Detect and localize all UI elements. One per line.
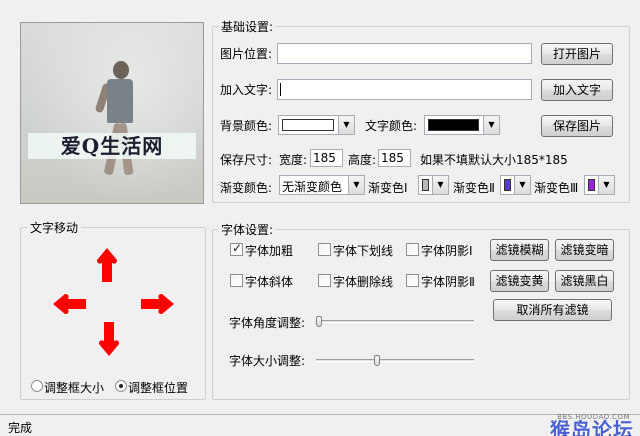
height-label: 高度:	[348, 153, 377, 167]
font-settings-title: 字体设置:	[218, 221, 277, 238]
save-image-button[interactable]: 保存图片	[541, 115, 613, 137]
size-hint: 如果不填默认大小185*185	[420, 153, 568, 167]
blur-filter-button[interactable]: 滤镜模糊	[490, 239, 549, 261]
bg-color-label: 背景颜色:	[220, 119, 273, 133]
size-slider-thumb[interactable]	[373, 355, 380, 366]
strike-checkbox[interactable]	[318, 274, 331, 287]
chevron-down-icon: ▼	[348, 176, 364, 194]
chevron-down-icon: ▼	[483, 116, 499, 134]
gradient-select-value: 无渐变颜色	[282, 180, 343, 194]
add-text-label: 加入文字:	[220, 83, 273, 97]
gradient2-swatch	[504, 179, 511, 191]
italic-checkbox[interactable]	[230, 274, 243, 287]
size-slider-track[interactable]	[316, 359, 474, 362]
add-text-button[interactable]: 加入文字	[541, 79, 613, 101]
watermark-subtext: BBS.HOUDAO.COM	[557, 413, 630, 421]
underline-checkbox[interactable]	[318, 243, 331, 256]
underline-label: 字体下划线	[333, 244, 394, 258]
status-bar: 完成 猴岛论坛	[0, 414, 640, 436]
strike-label: 字体删除线	[333, 275, 394, 289]
add-text-input[interactable]	[277, 79, 532, 100]
image-preview: 爱Q生活网	[20, 22, 204, 204]
cancel-filters-button[interactable]: 取消所有滤镜	[493, 299, 612, 321]
status-text: 完成	[8, 421, 33, 435]
yellow-filter-button[interactable]: 滤镜变黄	[490, 270, 549, 292]
text-color-swatch	[428, 119, 479, 131]
gradient3-select[interactable]: ▼	[584, 175, 615, 195]
bold-checkbox[interactable]	[230, 241, 243, 256]
bold-label: 字体加粗	[245, 244, 294, 258]
adjust-size-label: 调整框大小	[44, 381, 105, 395]
chevron-down-icon: ▼	[514, 176, 530, 194]
chevron-down-icon: ▼	[432, 176, 448, 194]
italic-label: 字体斜体	[245, 275, 294, 289]
gradient2-select[interactable]: ▼	[500, 175, 531, 195]
chevron-down-icon: ▼	[598, 176, 614, 194]
adjust-position-label: 调整框位置	[128, 381, 189, 395]
open-image-button[interactable]: 打开图片	[541, 43, 613, 65]
angle-slider-track[interactable]	[316, 320, 474, 323]
image-location-label: 图片位置:	[220, 47, 273, 61]
adjust-position-radio[interactable]	[115, 380, 127, 392]
gradient1-label: 渐变色Ⅰ	[368, 181, 408, 195]
arrow-down-icon[interactable]	[99, 322, 119, 356]
gradient3-swatch	[588, 179, 595, 191]
shadow1-checkbox[interactable]	[406, 243, 419, 256]
angle-label: 字体角度调整:	[229, 316, 306, 330]
text-move-title: 文字移动	[27, 219, 82, 236]
image-location-input[interactable]	[277, 43, 532, 64]
bg-color-select[interactable]: ▼	[278, 115, 355, 135]
width-label: 宽度:	[279, 153, 308, 167]
text-color-label: 文字颜色:	[365, 119, 418, 133]
adjust-size-radio[interactable]	[31, 380, 43, 392]
chevron-down-icon: ▼	[338, 116, 354, 134]
save-size-label: 保存尺寸:	[220, 153, 273, 167]
bg-color-swatch	[282, 119, 334, 131]
shadow1-label: 字体阴影Ⅰ	[421, 244, 473, 258]
gradient2-label: 渐变色Ⅱ	[453, 181, 495, 195]
arrow-left-icon[interactable]	[53, 294, 86, 314]
size-adjust-label: 字体大小调整:	[229, 354, 306, 368]
bw-filter-button[interactable]: 滤镜黑白	[555, 270, 614, 292]
text-color-select[interactable]: ▼	[424, 115, 500, 135]
shadow2-label: 字体阴影Ⅱ	[421, 275, 475, 289]
arrow-up-icon[interactable]	[97, 248, 117, 282]
gradient1-select[interactable]: ▼	[418, 175, 449, 195]
darken-filter-button[interactable]: 滤镜变暗	[555, 239, 614, 261]
arrow-right-icon[interactable]	[141, 294, 174, 314]
width-input[interactable]: 185	[310, 149, 343, 167]
gradient3-label: 渐变色Ⅲ	[534, 181, 579, 195]
basic-settings-title: 基础设置:	[218, 18, 277, 35]
shadow2-checkbox[interactable]	[406, 274, 419, 287]
gradient-label: 渐变颜色:	[220, 181, 273, 195]
move-arrows	[53, 248, 174, 356]
preview-caption: 爱Q生活网	[28, 133, 196, 159]
angle-slider-thumb[interactable]	[316, 316, 322, 327]
gradient1-swatch	[422, 179, 429, 191]
gradient-select[interactable]: 无渐变颜色 ▼	[279, 175, 365, 195]
height-input[interactable]: 185	[378, 149, 411, 167]
